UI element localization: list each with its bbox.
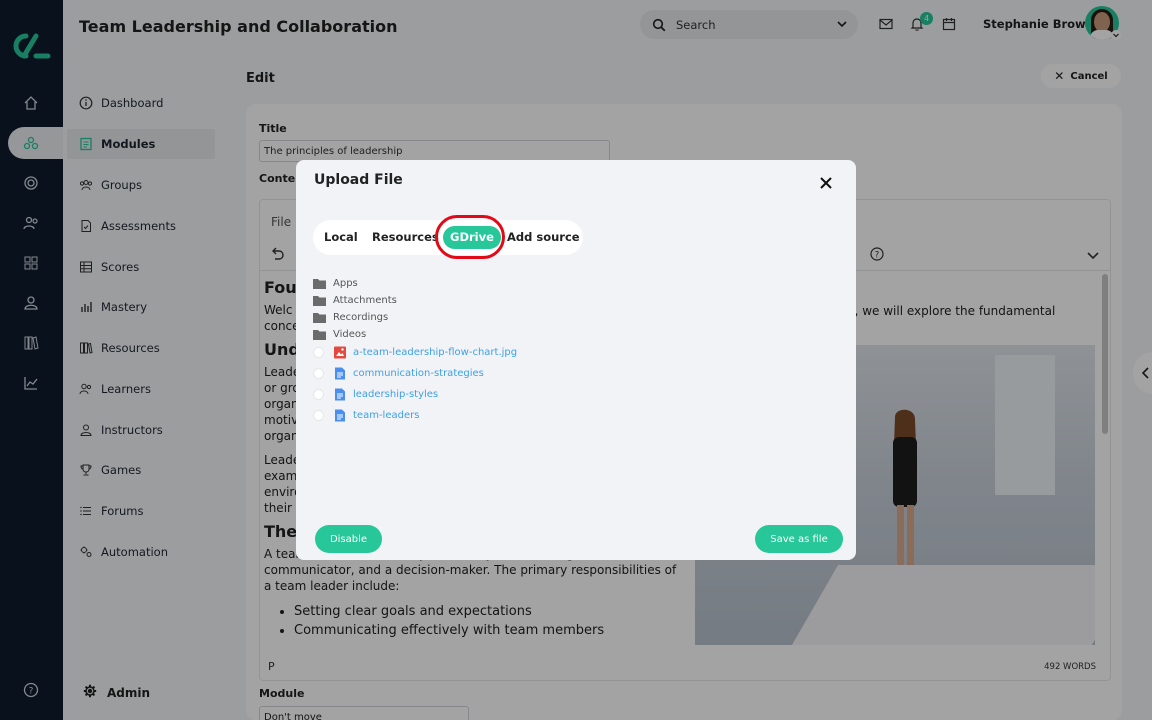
list-item[interactable]: communication-strategies (313, 367, 484, 380)
folder-icon (313, 296, 326, 306)
file-name: communication-strategies (353, 368, 484, 379)
folder-icon (313, 279, 326, 289)
doc-file-icon (335, 388, 345, 401)
folder-icon (313, 330, 326, 340)
list-item[interactable]: Recordings (313, 312, 388, 323)
doc-file-icon (335, 367, 345, 380)
file-radio[interactable] (313, 347, 324, 358)
file-radio[interactable] (313, 410, 324, 421)
folder-icon (313, 313, 326, 323)
list-item[interactable]: leadership-styles (313, 388, 438, 401)
close-icon[interactable] (819, 176, 833, 190)
list-item[interactable]: team-leaders (313, 409, 419, 422)
tab-local[interactable]: Local (324, 230, 358, 244)
tab-add-source[interactable]: Add source (507, 230, 580, 244)
file-radio[interactable] (313, 368, 324, 379)
highlight-ring (435, 215, 505, 259)
file-name: team-leaders (353, 410, 420, 421)
list-item[interactable]: Attachments (313, 295, 397, 306)
folder-name: Recordings (333, 312, 389, 323)
save-as-file-button[interactable]: Save as file (755, 525, 843, 553)
doc-file-icon (335, 409, 345, 422)
disable-button[interactable]: Disable (315, 525, 382, 553)
list-item[interactable]: Videos (313, 329, 366, 340)
folder-name: Attachments (333, 295, 397, 306)
upload-file-dialog: Upload File Local Resources GDrive Add s… (296, 160, 856, 560)
folder-name: Apps (333, 278, 358, 289)
list-item[interactable]: a-team-leadership-flow-chart.jpg (313, 346, 517, 359)
file-name: a-team-leadership-flow-chart.jpg (353, 347, 518, 358)
folder-name: Videos (333, 329, 367, 340)
file-name: leadership-styles (353, 389, 439, 400)
file-radio[interactable] (313, 389, 324, 400)
tab-resources[interactable]: Resources (372, 230, 439, 244)
dialog-title: Upload File (314, 172, 403, 188)
image-file-icon (334, 346, 346, 359)
list-item[interactable]: Apps (313, 278, 358, 289)
